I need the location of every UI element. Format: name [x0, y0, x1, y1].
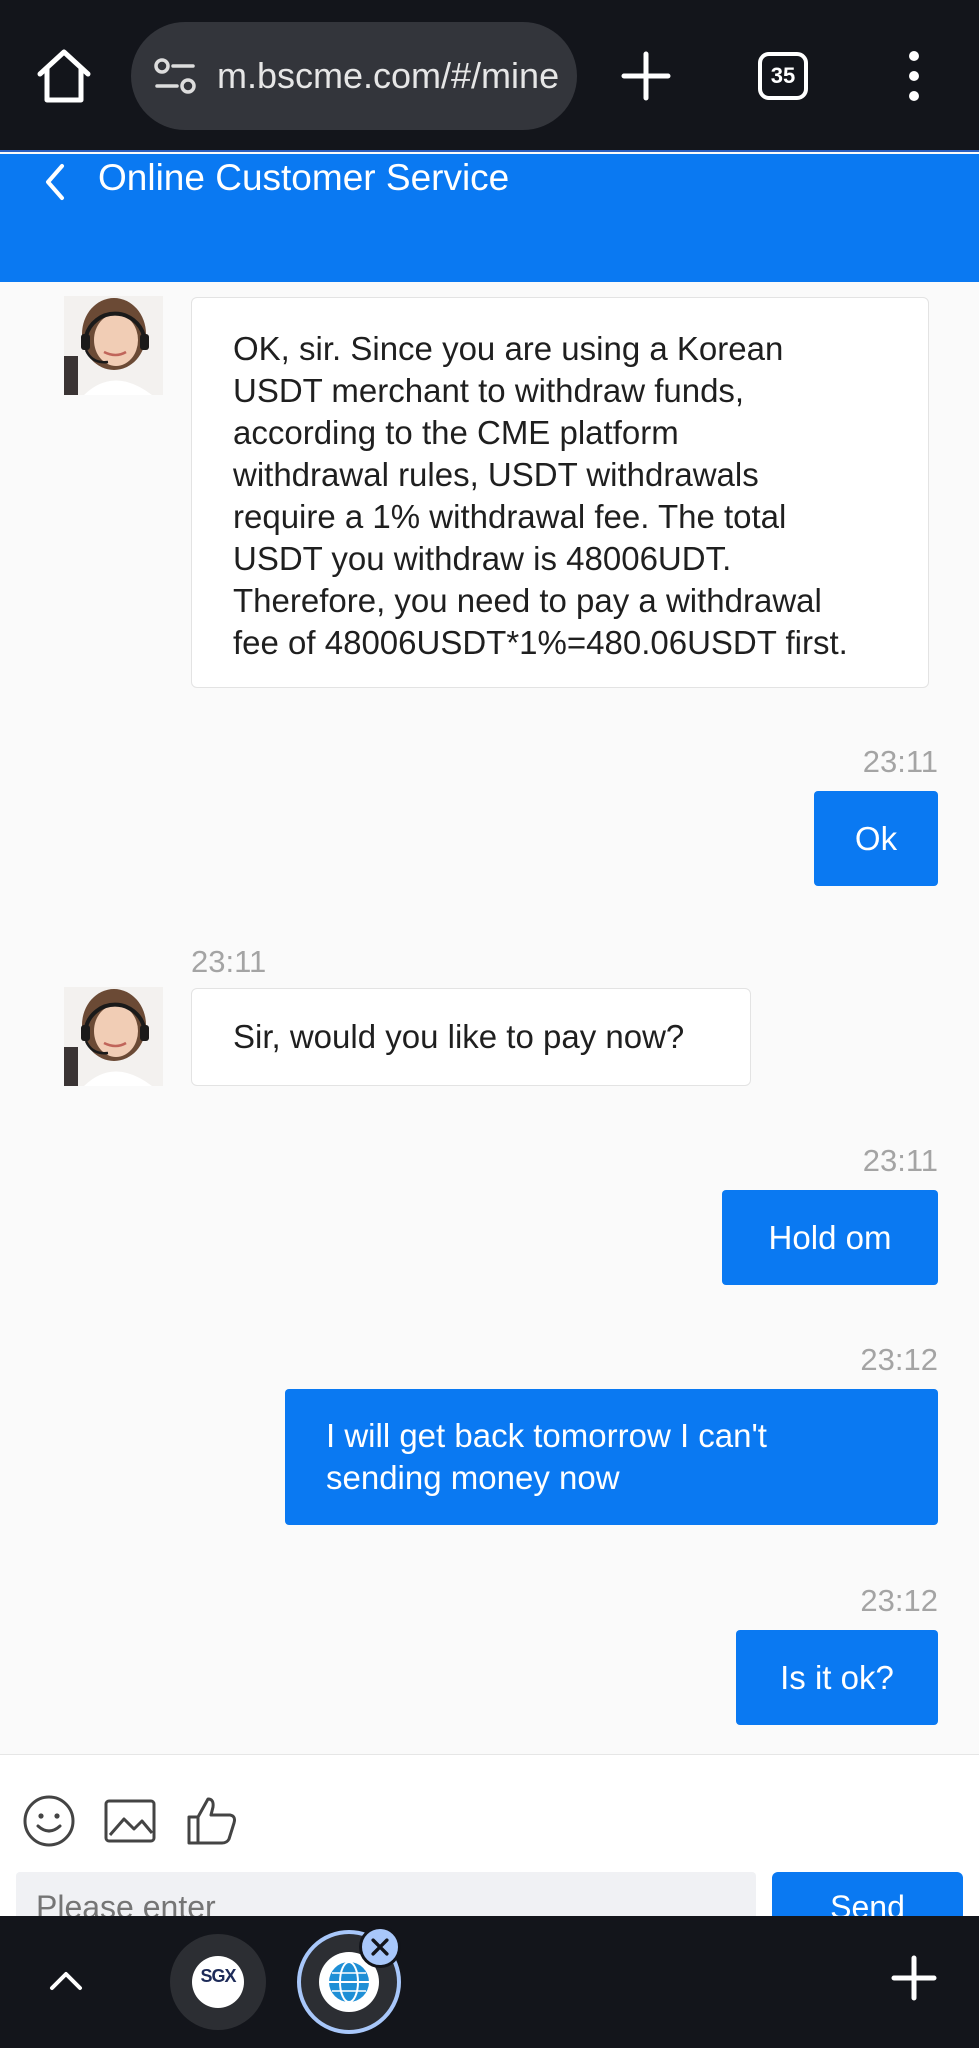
more-menu-icon[interactable]: [900, 50, 928, 102]
message-line: according to the CME platform: [233, 414, 679, 451]
user-message-bubble: Hold om: [722, 1190, 938, 1285]
screen: m.bscme.com/#/mine 35 Online Customer Se…: [0, 0, 979, 2048]
message-line: OK, sir. Since you are using a Korean: [233, 330, 784, 367]
agent-message-bubble: Sir, would you like to pay now?: [191, 988, 751, 1086]
composer-toolbar: Send: [0, 1754, 979, 1942]
message-text: Ok: [854, 820, 898, 857]
browser-toolbar: m.bscme.com/#/mine 35: [0, 0, 979, 152]
message-text: Hold om: [768, 1219, 892, 1256]
agent-avatar: [64, 296, 163, 395]
thumbs-up-icon[interactable]: [184, 1793, 240, 1849]
tab-switcher-button[interactable]: 35: [758, 52, 808, 100]
message-line: I will get back tomorrow I can't: [326, 1417, 767, 1454]
message-line: require a 1% withdrawal fee. The total: [233, 498, 787, 535]
add-tab-icon[interactable]: [886, 1950, 942, 2006]
message-timestamp: 23:11: [191, 944, 267, 979]
message-text: Sir, would you like to pay now?: [233, 1018, 685, 1055]
chevron-up-icon[interactable]: [44, 1964, 88, 1996]
message-line: fee of 48006USDT*1%=480.06USDT first.: [233, 624, 848, 661]
message-timestamp: 23:12: [860, 1342, 938, 1377]
sgx-logo: SGX: [192, 1956, 244, 2008]
message-timestamp: 23:11: [862, 1143, 938, 1178]
close-tab-icon[interactable]: [359, 1926, 401, 1968]
message-timestamp: 23:11: [862, 744, 938, 779]
tab-strip: SGX: [0, 1916, 979, 2048]
page-title: Online Customer Service: [98, 157, 510, 198]
new-tab-icon[interactable]: [618, 48, 674, 104]
emoji-icon[interactable]: [21, 1793, 77, 1849]
back-arrow-icon[interactable]: [38, 160, 74, 204]
sgx-label: SGX: [200, 1966, 236, 1986]
agent-avatar: [64, 987, 163, 1086]
message-line: sending money now: [326, 1459, 620, 1496]
image-upload-icon[interactable]: [102, 1793, 158, 1849]
address-bar[interactable]: m.bscme.com/#/mine: [131, 22, 577, 130]
message-text: Is it ok?: [780, 1659, 894, 1696]
message-timestamp: 23:12: [860, 1583, 938, 1618]
user-message-bubble: Ok: [814, 791, 938, 886]
message-line: USDT merchant to withdraw funds,: [233, 372, 745, 409]
message-line: USDT you withdraw is 48006UDT.: [233, 540, 732, 577]
chat-header: Online Customer Service: [0, 154, 979, 282]
url-text: m.bscme.com/#/mine: [217, 55, 560, 96]
agent-message-bubble: OK, sir. Since you are using a Korean US…: [191, 297, 929, 688]
agent-avatar-image: [64, 296, 163, 395]
message-line: withdrawal rules, USDT withdrawals: [233, 456, 759, 493]
site-settings-icon[interactable]: [153, 54, 197, 98]
tab-sgx[interactable]: SGX: [170, 1934, 266, 2030]
home-icon[interactable]: [34, 46, 94, 106]
user-message-bubble: Is it ok?: [736, 1630, 938, 1725]
message-line: Therefore, you need to pay a withdrawal: [233, 582, 822, 619]
user-message-bubble: I will get back tomorrow I can't sending…: [285, 1389, 938, 1525]
agent-avatar-image: [64, 987, 163, 1086]
